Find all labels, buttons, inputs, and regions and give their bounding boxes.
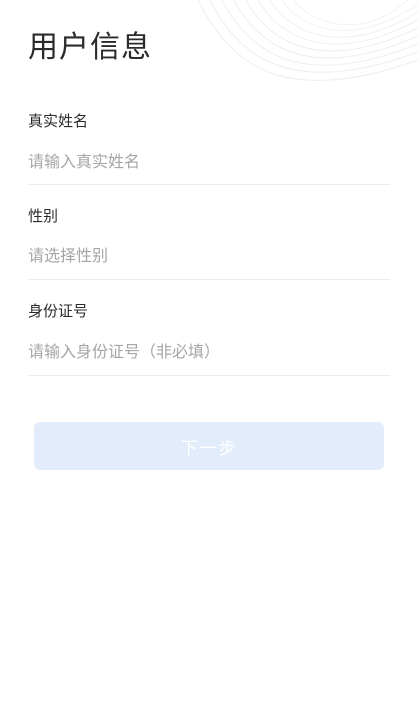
gender-select[interactable]: 请选择性别 [28,244,390,268]
real-name-input[interactable] [28,149,390,173]
gender-field: 性别 请选择性别 [28,206,390,268]
user-info-page: 用户信息 真实姓名 性别 请选择性别 身份证号 下一步 [0,0,418,728]
real-name-label: 真实姓名 [28,112,89,130]
id-number-label: 身份证号 [28,302,89,320]
decorative-wave-lines [198,0,418,81]
page-title: 用户信息 [28,30,152,65]
divider [28,375,390,376]
gender-label: 性别 [28,207,59,225]
divider [28,279,390,280]
divider [28,184,390,185]
real-name-field: 真实姓名 [28,111,390,173]
id-number-field: 身份证号 [28,301,390,363]
next-button[interactable]: 下一步 [34,422,384,470]
id-number-input[interactable] [28,339,390,363]
